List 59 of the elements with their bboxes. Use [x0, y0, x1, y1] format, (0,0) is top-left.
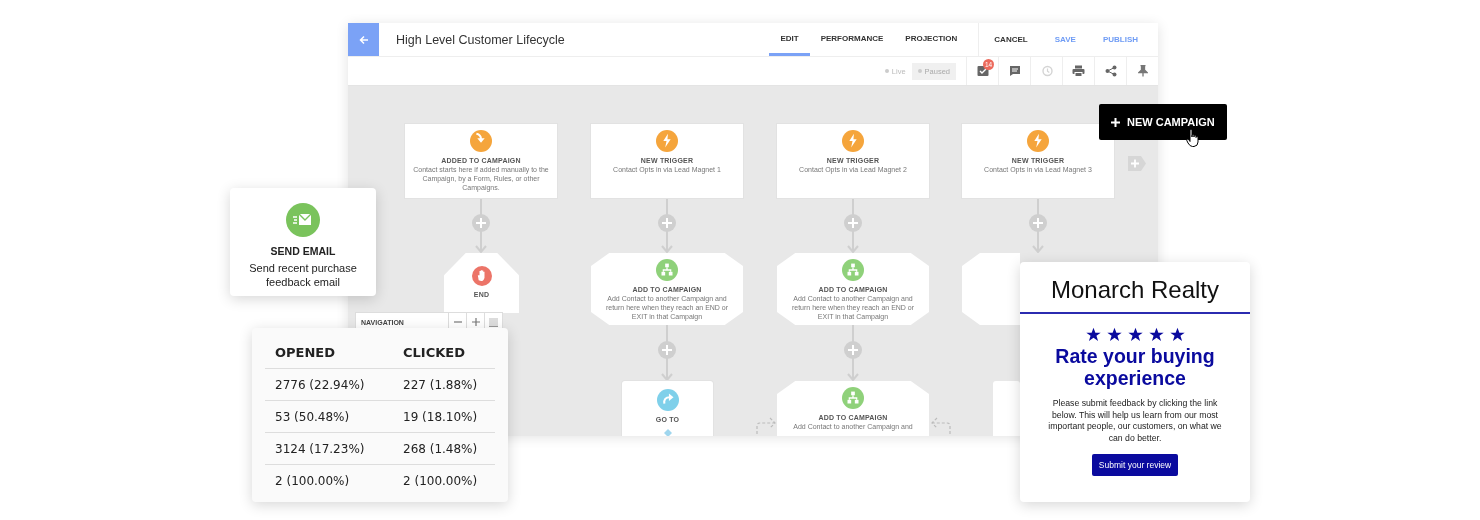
card-title: SEND EMAIL: [269, 245, 337, 257]
cancel-link[interactable]: CANCEL: [979, 35, 1040, 44]
header-tab[interactable]: PROJECTION: [894, 23, 969, 56]
table-cell-text: 19 (18.10%): [402, 409, 479, 424]
brand-name: Monarch Realty: [1020, 262, 1250, 314]
plus-icon: [1111, 117, 1120, 127]
table-cell-text: 53 (50.48%): [274, 409, 351, 424]
table-cell-text: 2776 (22.94%): [274, 377, 366, 392]
star-icon: [1127, 327, 1143, 342]
add-step-icon[interactable]: [658, 213, 676, 232]
add-step-icon[interactable]: [1029, 213, 1047, 232]
add-step-icon[interactable]: [844, 213, 862, 232]
window-title: High Level Customer Lifecycle: [396, 32, 566, 47]
checklist-icon: [976, 65, 989, 77]
flow-node[interactable]: [962, 253, 1020, 325]
add-step-icon[interactable]: [472, 213, 490, 232]
diamond-icon: [663, 429, 672, 436]
column-header: CLICKED: [402, 344, 466, 360]
printer-icon: [1072, 65, 1085, 77]
header-tab[interactable]: EDIT: [769, 23, 810, 56]
table-cell-text: 3124 (17.23%): [274, 441, 366, 456]
add-step-icon[interactable]: [844, 341, 862, 359]
submit-review-button[interactable]: Submit your review: [1091, 454, 1179, 476]
hierarchy-icon: [656, 259, 678, 281]
add-column-icon[interactable]: [1128, 156, 1146, 171]
arrow-down-icon: [470, 130, 492, 152]
lightning-icon: [656, 130, 678, 152]
star-icon: [1169, 327, 1185, 342]
arrow-left-icon: [358, 34, 369, 45]
pin-icon: [1137, 65, 1148, 77]
share-icon: [1104, 65, 1117, 77]
new-campaign-button[interactable]: NEW CAMPAIGN: [1099, 104, 1227, 140]
star-icon: [1106, 327, 1122, 342]
email-body-text: Please submit feedback by clicking the link below. This will help us learn from our most important people, our customers, on what we can do better.: [1047, 398, 1223, 444]
star-icon: [1085, 327, 1101, 342]
lightning-icon: [842, 130, 864, 152]
header-tab[interactable]: PERFORMANCE: [809, 23, 895, 56]
table-cell-text: 227 (1.88%): [402, 377, 479, 392]
square-icon: [489, 317, 498, 327]
comment-icon: [1008, 65, 1021, 77]
table-cell-text: 2 (100.00%): [402, 473, 479, 488]
back-button[interactable]: [348, 23, 379, 56]
minus-icon: [453, 321, 462, 323]
star-icon: [1148, 327, 1164, 342]
history-icon: [1040, 65, 1053, 77]
card-description: Send recent purchase feedback email: [248, 261, 358, 289]
table-cell-text: 2 (100.00%): [274, 473, 351, 488]
hierarchy-icon: [842, 387, 864, 409]
plus-icon: [471, 318, 480, 326]
hierarchy-icon: [842, 259, 864, 281]
table-cell-text: 268 (1.48%): [402, 441, 479, 456]
column-header: OPENED: [274, 344, 336, 360]
hand-icon: [471, 266, 492, 286]
add-step-icon[interactable]: [658, 341, 676, 359]
envelope-icon: [286, 203, 320, 237]
hand-cursor-icon: [1186, 129, 1200, 147]
flow-node[interactable]: [993, 381, 1020, 436]
lightning-icon: [1027, 130, 1049, 152]
email-heading: Rate your buying experience: [1054, 345, 1216, 389]
